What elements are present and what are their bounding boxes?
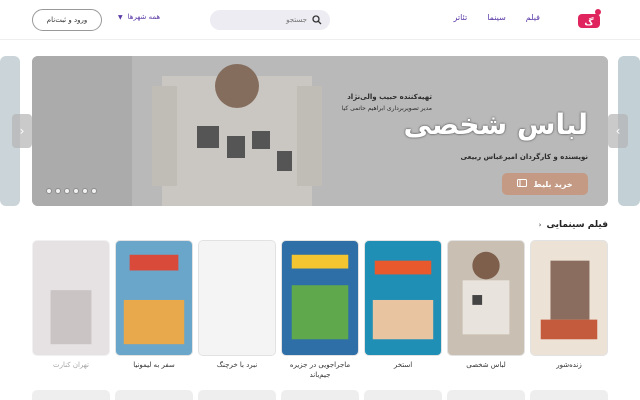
ticket-label: خرید بلیط xyxy=(533,179,573,189)
movie-card[interactable]: زنده‌شور xyxy=(530,240,608,370)
movie-title[interactable]: استخر xyxy=(364,360,442,370)
carousel-dot[interactable] xyxy=(91,188,97,194)
movie-poster[interactable] xyxy=(32,240,110,356)
movie-title[interactable]: سفر به لیمونیا xyxy=(115,360,193,370)
movie-title[interactable]: تهران کنارت xyxy=(32,360,110,370)
main-nav: فیلم سینما تئاتر xyxy=(453,13,540,22)
nav-item-theater[interactable]: تئاتر xyxy=(453,13,467,22)
ticket-icon xyxy=(517,179,528,189)
movie-poster[interactable] xyxy=(530,240,608,356)
movie-poster[interactable] xyxy=(447,240,525,356)
movie-title[interactable]: زنده‌شور xyxy=(530,360,608,370)
movie-poster[interactable] xyxy=(198,240,276,356)
carousel-dot[interactable] xyxy=(73,188,79,194)
movie-poster[interactable] xyxy=(364,240,442,356)
chevron-down-icon: ▼ xyxy=(118,13,123,21)
carousel-next-arrow[interactable]: › xyxy=(608,114,628,148)
section-title[interactable]: فیلم سینمایی ‹ xyxy=(539,220,608,230)
carousel-dots xyxy=(46,188,97,194)
carousel-prev-arrow[interactable]: ‹ xyxy=(12,114,32,148)
movie-list: زنده‌شور لباس شخصی استخر ماجراجویی در جز… xyxy=(32,240,608,379)
top-header: گ فیلم سینما تئاتر همه شهرها ▼ ورود و ثب… xyxy=(0,0,640,40)
movie-card-peek xyxy=(530,390,608,400)
login-button[interactable]: ورود و ثبت‌نام xyxy=(32,9,102,31)
next-row-peek xyxy=(32,390,608,400)
hero-producer-credit: تهیه‌کننده حبیب والی‌نژاد xyxy=(347,93,432,101)
nav-item-cinema[interactable]: سینما xyxy=(487,13,506,22)
carousel-dot[interactable] xyxy=(64,188,70,194)
movie-card-peek xyxy=(364,390,442,400)
city-selector[interactable]: همه شهرها ▼ xyxy=(118,13,160,21)
hero-title: لباس شخصی xyxy=(403,108,589,141)
movie-title[interactable]: ماجراجویی در جزیره جیم‌باند xyxy=(281,360,359,380)
movie-card-peek xyxy=(447,390,525,400)
movie-card-peek xyxy=(115,390,193,400)
movie-title[interactable]: نبرد با خرچنگ xyxy=(198,360,276,370)
movie-card[interactable]: سفر به لیمونیا xyxy=(115,240,193,370)
nav-item-film[interactable]: فیلم xyxy=(526,13,540,22)
carousel-dot[interactable] xyxy=(82,188,88,194)
movie-card[interactable]: تهران کنارت xyxy=(32,240,110,370)
carousel-dot[interactable] xyxy=(55,188,61,194)
movie-card[interactable]: نبرد با خرچنگ xyxy=(198,240,276,370)
search-icon[interactable] xyxy=(312,15,322,25)
hero-banner[interactable]: تهیه‌کننده حبیب والی‌نژاد مدیر تصویربردا… xyxy=(32,56,608,206)
search-box[interactable] xyxy=(210,10,330,30)
hero-director-credit: نویسنده و کارگردان امیرعباس ربیعی xyxy=(460,153,588,161)
movie-card-peek xyxy=(32,390,110,400)
gisheh-logo[interactable]: گ xyxy=(576,8,604,32)
svg-text:گ: گ xyxy=(584,16,594,28)
movie-poster[interactable] xyxy=(115,240,193,356)
section-title-label: فیلم سینمایی xyxy=(546,220,608,230)
movie-title[interactable]: لباس شخصی xyxy=(447,360,525,370)
movie-card-peek xyxy=(198,390,276,400)
city-label: همه شهرها xyxy=(127,13,161,21)
movie-card[interactable]: استخر xyxy=(364,240,442,370)
carousel-dot[interactable] xyxy=(46,188,52,194)
logo-icon: گ xyxy=(578,9,601,28)
buy-ticket-button[interactable]: خرید بلیط xyxy=(502,173,588,195)
chevron-left-icon: ‹ xyxy=(538,221,542,229)
movie-card-peek xyxy=(281,390,359,400)
movie-card[interactable]: لباس شخصی xyxy=(447,240,525,370)
movie-poster[interactable] xyxy=(281,240,359,356)
search-input[interactable] xyxy=(217,16,307,24)
movie-card[interactable]: ماجراجویی در جزیره جیم‌باند xyxy=(281,240,359,380)
